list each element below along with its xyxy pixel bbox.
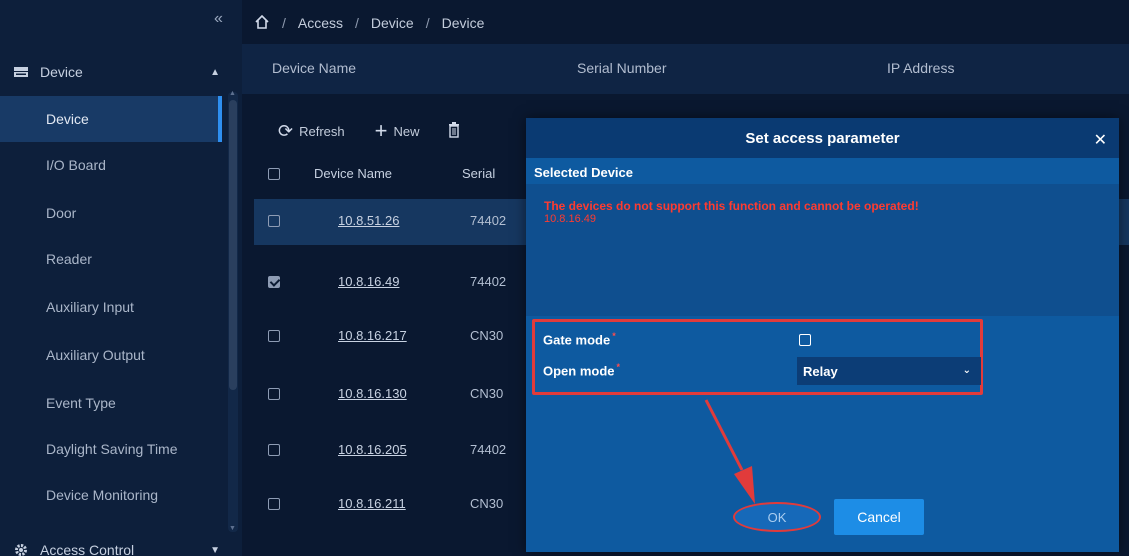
cancel-button[interactable]: Cancel bbox=[834, 499, 924, 535]
selected-device-label: Selected Device bbox=[534, 165, 634, 180]
breadcrumb-separator: / bbox=[282, 15, 286, 31]
breadcrumb-separator: / bbox=[425, 15, 430, 31]
sidebar-item-io-board[interactable]: I/O Board bbox=[0, 142, 222, 188]
set-access-parameter-dialog: Set access parameter ✕ Selected Device T… bbox=[526, 118, 1119, 552]
row-checkbox[interactable] bbox=[268, 444, 280, 456]
sidebar-item-label: Door bbox=[46, 205, 77, 221]
device-name-link[interactable]: 10.8.16.211 bbox=[338, 496, 406, 511]
select-all-checkbox[interactable] bbox=[268, 168, 280, 180]
chevron-up-icon: ▲ bbox=[210, 66, 220, 78]
close-icon[interactable]: ✕ bbox=[1094, 130, 1107, 150]
breadcrumb-item-device-current: Device bbox=[441, 15, 485, 31]
sidebar: « Device ▲ Device I/O Board Door Reader … bbox=[0, 0, 242, 556]
row-checkbox[interactable] bbox=[268, 215, 280, 227]
sidebar-group-label: Device bbox=[40, 64, 83, 80]
refresh-button[interactable]: ⟳ Refresh bbox=[278, 121, 345, 142]
breadcrumb-item-device[interactable]: Device bbox=[371, 15, 414, 31]
device-name-link[interactable]: 10.8.16.130 bbox=[338, 386, 407, 401]
ok-button[interactable]: OK bbox=[733, 502, 821, 532]
scroll-up-icon[interactable]: ▲ bbox=[229, 90, 236, 97]
device-icon bbox=[12, 66, 30, 78]
device-serial: CN30 bbox=[470, 386, 504, 401]
device-name-link[interactable]: 10.8.51.26 bbox=[338, 213, 399, 228]
device-serial: 74402 bbox=[470, 274, 507, 289]
sidebar-scrollbar[interactable]: ▲ ▼ bbox=[228, 90, 238, 532]
row-checkbox[interactable] bbox=[268, 330, 280, 342]
search-label-device-name: Device Name bbox=[272, 60, 357, 76]
search-label-serial-number: Serial Number bbox=[577, 60, 667, 76]
device-serial: CN30 bbox=[470, 496, 504, 511]
new-button[interactable]: + New bbox=[375, 118, 420, 144]
column-header-device-name[interactable]: Device Name bbox=[314, 166, 392, 181]
trash-icon bbox=[448, 121, 460, 141]
row-checkbox[interactable] bbox=[268, 498, 280, 510]
required-marker: * bbox=[612, 331, 616, 341]
required-marker: * bbox=[616, 362, 621, 372]
sidebar-item-label: Auxiliary Input bbox=[46, 299, 134, 315]
gate-mode-label: Gate mode * bbox=[543, 331, 616, 347]
sidebar-item-device-monitoring[interactable]: Device Monitoring bbox=[0, 472, 222, 518]
sidebar-item-label: Device bbox=[46, 111, 89, 127]
toolbar: ⟳ Refresh + New bbox=[242, 114, 460, 148]
column-header-serial[interactable]: Serial bbox=[462, 166, 495, 181]
row-checkbox[interactable] bbox=[268, 276, 280, 288]
sidebar-item-reader[interactable]: Reader bbox=[0, 236, 222, 282]
parameters-highlight-box: Gate mode * Open mode * Relay ⌄ bbox=[532, 319, 983, 395]
open-mode-select[interactable]: Relay ⌄ bbox=[797, 357, 981, 385]
sidebar-item-auxiliary-input[interactable]: Auxiliary Input bbox=[0, 284, 222, 330]
search-header: Device Name Serial Number IP Address bbox=[242, 44, 1129, 94]
sidebar-item-auxiliary-output[interactable]: Auxiliary Output bbox=[0, 332, 222, 378]
sidebar-item-device[interactable]: Device bbox=[0, 96, 222, 142]
open-mode-value: Relay bbox=[803, 363, 838, 379]
device-name-link[interactable]: 10.8.16.217 bbox=[338, 328, 407, 343]
search-label-ip-address: IP Address bbox=[887, 60, 955, 76]
new-label: New bbox=[393, 123, 420, 139]
collapse-sidebar-icon[interactable]: « bbox=[214, 10, 223, 28]
sidebar-item-event-type[interactable]: Event Type bbox=[0, 380, 222, 426]
refresh-icon: ⟳ bbox=[278, 120, 294, 141]
row-checkbox[interactable] bbox=[268, 388, 280, 400]
breadcrumb-item-access[interactable]: Access bbox=[298, 15, 343, 31]
device-serial: 74402 bbox=[470, 213, 507, 228]
scroll-down-icon[interactable]: ▼ bbox=[229, 525, 236, 532]
plus-icon: + bbox=[374, 118, 388, 143]
sidebar-group-label: Access Control bbox=[40, 542, 135, 556]
gate-mode-checkbox[interactable] bbox=[799, 334, 811, 346]
scrollbar-thumb[interactable] bbox=[229, 100, 237, 390]
device-name-link[interactable]: 10.8.16.205 bbox=[338, 442, 407, 457]
sidebar-item-label: Device Monitoring bbox=[46, 487, 159, 503]
sidebar-group-device[interactable]: Device ▲ bbox=[0, 50, 230, 94]
error-device: 10.8.16.49 bbox=[544, 213, 596, 225]
sidebar-item-daylight-saving-time[interactable]: Daylight Saving Time bbox=[0, 426, 222, 472]
gear-icon bbox=[12, 543, 30, 556]
error-message: The devices do not support this function… bbox=[544, 199, 919, 213]
device-name-link[interactable]: 10.8.16.49 bbox=[338, 274, 399, 289]
breadcrumb-separator: / bbox=[355, 15, 359, 31]
delete-button[interactable] bbox=[448, 121, 460, 141]
breadcrumb: / Access / Device / Device bbox=[254, 12, 484, 34]
chevron-down-icon: ⌄ bbox=[962, 365, 971, 376]
gate-mode-text: Gate mode bbox=[543, 332, 611, 348]
sidebar-item-label: Auxiliary Output bbox=[46, 347, 145, 363]
open-mode-text: Open mode bbox=[543, 363, 615, 379]
device-serial: 74402 bbox=[470, 442, 507, 457]
selected-device-box: The devices do not support this function… bbox=[526, 184, 1119, 316]
open-mode-label: Open mode * bbox=[543, 362, 620, 378]
sidebar-group-access-control[interactable]: Access Control ▼ bbox=[0, 528, 230, 556]
device-serial: CN30 bbox=[470, 328, 504, 343]
sidebar-item-label: Event Type bbox=[46, 395, 116, 411]
sidebar-item-door[interactable]: Door bbox=[0, 190, 222, 236]
home-icon[interactable] bbox=[254, 14, 270, 32]
sidebar-item-label: I/O Board bbox=[46, 157, 106, 173]
sidebar-item-label: Reader bbox=[46, 251, 92, 267]
chevron-down-icon: ▼ bbox=[210, 544, 220, 556]
sidebar-item-label: Daylight Saving Time bbox=[46, 441, 178, 457]
dialog-title: Set access parameter bbox=[526, 118, 1119, 158]
refresh-label: Refresh bbox=[299, 123, 345, 139]
